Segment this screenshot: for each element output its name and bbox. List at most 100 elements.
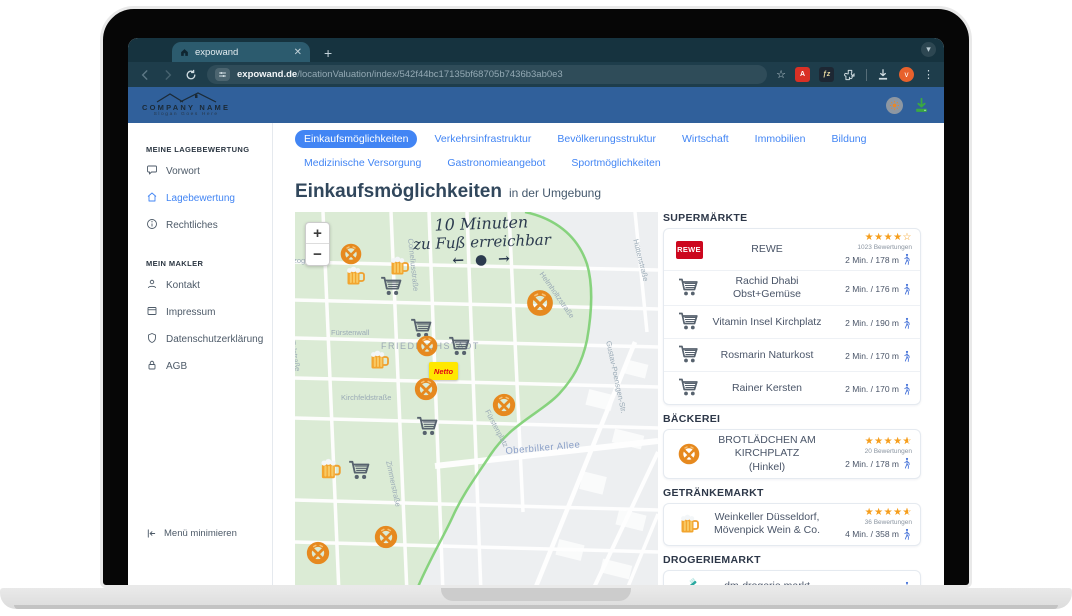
cart-map-marker-icon[interactable] xyxy=(379,274,405,305)
reload-icon[interactable] xyxy=(184,68,198,82)
places-card: REWEREWE★★★★☆1023 Bewertungen2 Min. / 17… xyxy=(663,228,921,405)
street-label: Kirchfeldstraße xyxy=(341,393,391,402)
site-page: COMPANY NAME Slogan Goes Here MEINE LAGE… xyxy=(128,87,944,585)
sidebar-item-kontakt[interactable]: Kontakt xyxy=(146,278,272,293)
address-bar[interactable]: expowand.de/locationValuation/index/542f… xyxy=(207,65,767,84)
profile-avatar[interactable]: v xyxy=(899,67,914,82)
forward-icon[interactable] xyxy=(161,68,175,82)
tab-close-icon[interactable]: ✕ xyxy=(294,47,302,58)
pdf-extension-icon[interactable]: A xyxy=(795,67,810,82)
place-row[interactable]: Rainer Kersten2 Min. / 170 m xyxy=(664,371,920,404)
company-slogan: Slogan Goes Here xyxy=(154,113,219,118)
cart-map-marker-icon[interactable] xyxy=(415,414,441,445)
review-count: 20 Bewertungen xyxy=(828,448,912,455)
script-extension-icon[interactable]: ƒz xyxy=(819,67,834,82)
toolbar-divider xyxy=(866,69,867,81)
tab-wirtschaft[interactable]: Wirtschaft xyxy=(673,130,738,148)
review-count: 1023 Bewertungen xyxy=(828,244,912,251)
cart-map-marker-icon[interactable] xyxy=(447,334,473,365)
pretzel-map-marker-icon[interactable] xyxy=(525,288,555,323)
site-settings-icon[interactable] xyxy=(215,68,230,81)
place-name: Weinkeller Düsseldorf,Mövenpick Wein & C… xyxy=(706,511,828,537)
pretzel-map-marker-icon[interactable] xyxy=(491,392,517,423)
sidebar-item-lagebewertung[interactable]: Lagebewertung xyxy=(146,191,272,206)
walking-person-icon xyxy=(902,317,912,330)
place-name: Rosmarin Naturkost xyxy=(706,349,828,362)
place-name: Rachid Dhabi Obst+Gemüse xyxy=(706,275,828,301)
place-row[interactable]: Rachid Dhabi Obst+Gemüse2 Min. / 176 m xyxy=(664,270,920,305)
beer-map-marker-icon[interactable] xyxy=(367,348,391,377)
cart-icon xyxy=(677,310,701,334)
place-row[interactable]: Weinkeller Düsseldorf,Mövenpick Wein & C… xyxy=(664,504,920,545)
distance-text: 2 Min. / 190 m xyxy=(845,318,899,328)
map-zoom-control: + − xyxy=(305,222,330,266)
star-rating: ★★★★☆ xyxy=(828,437,912,447)
browser-menu-icon[interactable]: ⋮ xyxy=(923,68,934,81)
zoom-out-button[interactable]: − xyxy=(306,244,329,265)
sidebar-item-label: Kontakt xyxy=(166,280,200,291)
tab-einkaufsm-glichkeiten[interactable]: Einkaufsmöglichkeiten xyxy=(295,130,417,148)
walking-person-icon xyxy=(902,253,912,266)
tab-gastronomieangebot[interactable]: Gastronomieangebot xyxy=(438,154,554,172)
theme-toggle[interactable] xyxy=(886,97,903,114)
download-report-icon[interactable] xyxy=(913,97,930,114)
zoom-in-button[interactable]: + xyxy=(306,223,329,244)
sun-icon xyxy=(889,100,900,111)
tab-bev-lkerungsstruktur[interactable]: Bevölkerungsstruktur xyxy=(548,130,665,148)
laptop-base xyxy=(0,588,1072,609)
tab-bildung[interactable]: Bildung xyxy=(822,130,875,148)
minimize-menu-button[interactable]: Menü minimieren xyxy=(146,528,237,539)
sidebar-item-impressum[interactable]: Impressum xyxy=(146,305,272,320)
distance-text: 2 Min. / 178 m xyxy=(845,255,899,265)
place-row[interactable]: Rosmarin Naturkost 2 Min. / 170 m xyxy=(664,338,920,371)
sidebar-item-agb[interactable]: AGB xyxy=(146,359,272,374)
panel-section-title: SUPERMÄRKTE xyxy=(663,212,921,224)
place-name: BROTLÄDCHEN AM KIRCHPLATZ(Hinkel) xyxy=(706,434,828,473)
sidebar-item-datenschutzerkl-rung[interactable]: Datenschutzerklärung xyxy=(146,332,272,347)
sidebar-item-label: AGB xyxy=(166,361,187,372)
map[interactable]: + − 10 Minuten zu Fuß erreichbar ← ● → H… xyxy=(295,212,658,585)
places-card: Weinkeller Düsseldorf,Mövenpick Wein & C… xyxy=(663,503,921,546)
walking-person-icon xyxy=(902,457,912,470)
pretzel-map-marker-icon[interactable] xyxy=(305,540,331,571)
sidebar-section-label: MEINE LAGEBEWERTUNG xyxy=(146,145,272,154)
tab-immobilien[interactable]: Immobilien xyxy=(746,130,815,148)
tab-medizinische-versorgung[interactable]: Medizinische Versorgung xyxy=(295,154,430,172)
browser-url-bar: expowand.de/locationValuation/index/542f… xyxy=(128,62,944,87)
sidebar-item-label: Datenschutzerklärung xyxy=(166,334,263,345)
beer-map-marker-icon[interactable] xyxy=(343,264,367,293)
back-icon[interactable] xyxy=(138,68,152,82)
home-icon xyxy=(146,191,158,206)
downloads-icon[interactable] xyxy=(876,68,890,82)
person-icon xyxy=(146,278,158,293)
walking-person-icon xyxy=(902,383,912,396)
panel-section-title: BÄCKEREI xyxy=(663,413,921,425)
beer-map-marker-icon[interactable] xyxy=(317,456,343,487)
cart-map-marker-icon[interactable] xyxy=(347,458,373,489)
street-label: Fürstenwall xyxy=(331,328,369,337)
distance-text: 5 Min. / 452 m xyxy=(845,583,899,585)
tab-sportm-glichkeiten[interactable]: Sportmöglichkeiten xyxy=(562,154,669,172)
pretzel-map-marker-icon[interactable] xyxy=(413,376,439,407)
sidebar-item-vorwort[interactable]: Vorwort xyxy=(146,164,272,179)
new-tab-button[interactable]: + xyxy=(324,44,332,62)
tab-search-chevron-icon[interactable]: ▾ xyxy=(921,42,936,57)
extensions-puzzle-icon[interactable] xyxy=(843,68,857,82)
pretzel-map-marker-icon[interactable] xyxy=(415,334,439,363)
sidebar-item-rechtliches[interactable]: Rechtliches xyxy=(146,218,272,233)
place-row[interactable]: REWEREWE★★★★☆1023 Bewertungen2 Min. / 17… xyxy=(664,229,920,270)
browser-window: expowand ✕ + ▾ expowand.de/locationValua… xyxy=(128,38,944,585)
place-row[interactable]: BROTLÄDCHEN AM KIRCHPLATZ(Hinkel)★★★★☆20… xyxy=(664,430,920,477)
place-row[interactable]: Vitamin Insel Kirchplatz2 Min. / 190 m xyxy=(664,305,920,338)
sidebar-item-label: Impressum xyxy=(166,307,215,318)
browser-tab[interactable]: expowand ✕ xyxy=(172,42,310,62)
tab-verkehrsinfrastruktur[interactable]: Verkehrsinfrastruktur xyxy=(425,130,540,148)
sidebar-item-label: Rechtliches xyxy=(166,220,218,231)
pretzel-map-marker-icon[interactable] xyxy=(373,524,399,555)
company-logo: COMPANY NAME Slogan Goes Here xyxy=(142,92,230,118)
place-row[interactable]: dm-drogerie markt5 Min. / 452 m xyxy=(664,571,920,585)
main-content: Einkaufsmöglichkeiten Verkehrsinfrastrukt… xyxy=(273,123,944,585)
distance-text: 2 Min. / 170 m xyxy=(845,351,899,361)
bookmark-star-icon[interactable]: ☆ xyxy=(776,68,786,81)
url-domain: expowand.de xyxy=(237,69,297,80)
